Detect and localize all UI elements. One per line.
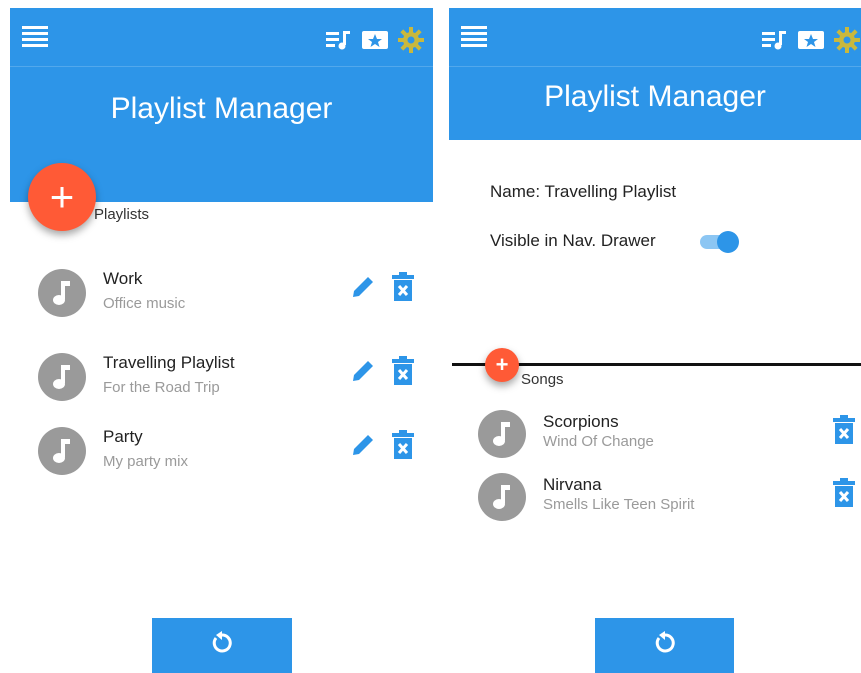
- song-subtitle: Smells Like Teen Spirit: [543, 496, 695, 513]
- star-ticket-icon[interactable]: [797, 26, 825, 54]
- refresh-button[interactable]: [595, 618, 734, 673]
- toggle-thumb: [717, 231, 739, 253]
- playlist-subtitle: For the Road Trip: [103, 379, 220, 396]
- refresh-button[interactable]: [152, 618, 292, 673]
- delete-trash-icon[interactable]: [830, 478, 858, 507]
- page-title: Playlist Manager: [110, 92, 333, 125]
- list-item[interactable]: Scorpions Wind Of Change: [0, 406, 861, 468]
- playlist-title: Work: [103, 269, 143, 288]
- edit-pencil-icon[interactable]: [349, 273, 377, 301]
- songs-section-label: Songs: [521, 371, 564, 388]
- toolbar-divider: [10, 66, 433, 67]
- playlist-name-text: Name: Travelling Playlist: [490, 182, 677, 201]
- toolbar-actions: [761, 26, 861, 54]
- toolbar-actions: [325, 26, 425, 54]
- edit-pencil-icon[interactable]: [349, 357, 377, 385]
- list-item[interactable]: Travelling Playlist For the Road Trip: [0, 349, 440, 411]
- music-note-icon: [38, 353, 86, 401]
- delete-trash-icon[interactable]: [389, 356, 417, 385]
- list-item[interactable]: Nirvana Smells Like Teen Spirit: [0, 469, 861, 531]
- delete-trash-icon[interactable]: [830, 415, 858, 444]
- playlist-icon[interactable]: [761, 26, 789, 54]
- add-playlist-fab[interactable]: +: [28, 163, 96, 231]
- menu-icon[interactable]: [461, 26, 487, 48]
- add-song-fab[interactable]: +: [485, 348, 519, 382]
- music-note-icon: [38, 269, 86, 317]
- visible-in-drawer-label: Visible in Nav. Drawer: [490, 231, 656, 250]
- item-actions: [830, 415, 858, 444]
- visible-in-drawer-toggle[interactable]: [700, 231, 740, 253]
- playlist-title: Travelling Playlist: [103, 353, 235, 372]
- list-item[interactable]: Work Office music: [0, 265, 440, 327]
- toolbar-divider: [449, 66, 861, 67]
- gear-icon[interactable]: [397, 26, 425, 54]
- star-ticket-icon[interactable]: [361, 26, 389, 54]
- music-note-icon: [478, 473, 526, 521]
- item-actions: [349, 272, 417, 301]
- page-title: Playlist Manager: [544, 80, 766, 113]
- delete-trash-icon[interactable]: [389, 272, 417, 301]
- song-title: Scorpions: [543, 412, 619, 431]
- playlist-detail-screen: Playlist Manager: [449, 0, 861, 673]
- app-bar: Playlist Manager: [449, 8, 861, 140]
- refresh-icon: [652, 630, 678, 661]
- music-note-icon: [478, 410, 526, 458]
- item-actions: [830, 478, 858, 507]
- menu-icon[interactable]: [22, 26, 48, 48]
- playlist-subtitle: Office music: [103, 295, 186, 312]
- refresh-icon: [209, 630, 235, 661]
- playlist-icon[interactable]: [325, 26, 353, 54]
- item-actions: [349, 356, 417, 385]
- playlists-section-label: Playlists: [94, 206, 150, 223]
- gear-icon[interactable]: [833, 26, 861, 54]
- song-subtitle: Wind Of Change: [543, 433, 654, 450]
- song-title: Nirvana: [543, 475, 602, 494]
- playlist-list-screen: Playlist Manager Playlists Work Office m…: [0, 0, 440, 673]
